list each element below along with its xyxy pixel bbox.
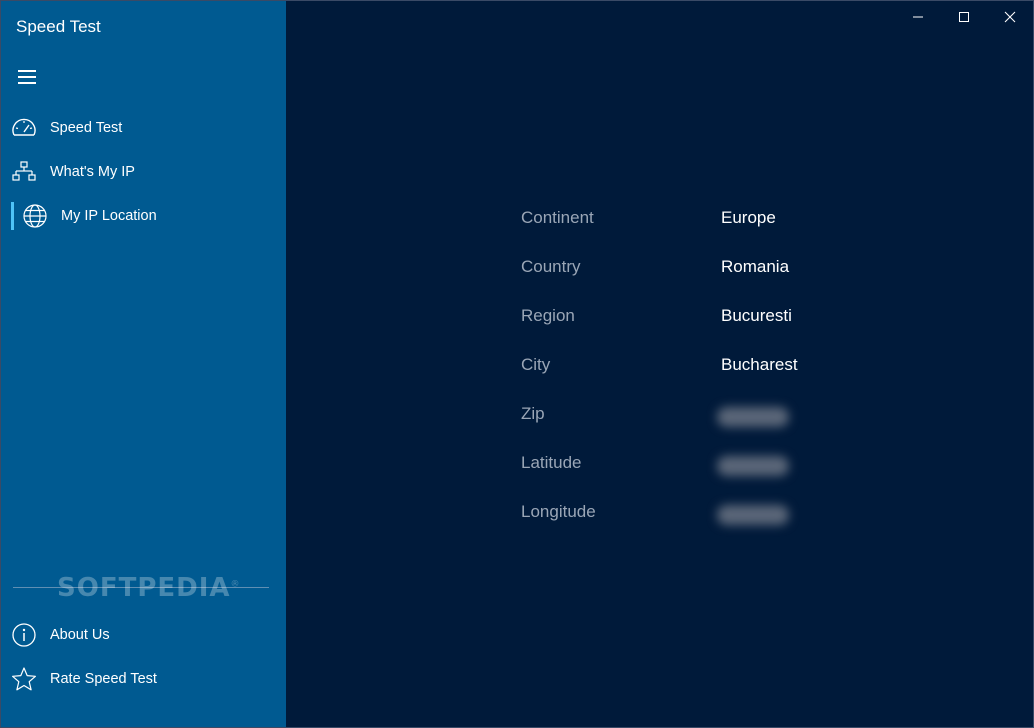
nav-item-label: Speed Test [50, 120, 123, 136]
latitude-value-redacted [717, 456, 789, 476]
city-row: City Bucharest [521, 355, 921, 379]
nav-item-label: About Us [50, 627, 110, 643]
maximize-icon [959, 12, 969, 22]
continent-value: Europe [721, 208, 776, 227]
nav-item-rate-speed-test[interactable]: Rate Speed Test [1, 659, 286, 699]
zip-label: Zip [521, 404, 545, 423]
city-label: City [521, 355, 551, 374]
nav-item-label: Rate Speed Test [50, 671, 157, 687]
region-label: Region [521, 306, 575, 325]
longitude-row: Longitude [521, 502, 921, 526]
network-icon [10, 158, 38, 186]
globe-icon [21, 202, 49, 230]
hamburger-menu-button[interactable] [7, 59, 47, 95]
continent-row: Continent Europe [521, 208, 921, 232]
selection-indicator [11, 202, 14, 230]
country-value: Romania [721, 257, 790, 276]
app-title: Speed Test [16, 17, 101, 36]
speedometer-icon [10, 114, 38, 142]
minimize-icon [913, 16, 923, 18]
navigation-pane: Speed Test Speed Test What's My IP My IP… [1, 1, 286, 727]
nav-item-speed-test[interactable]: Speed Test [1, 108, 286, 148]
app-window: Speed Test Speed Test What's My IP My IP… [0, 0, 1034, 728]
nav-item-label: My IP Location [61, 208, 157, 224]
nav-item-label: What's My IP [50, 164, 135, 180]
region-row: Region Bucuresti [521, 306, 921, 330]
country-row: Country Romania [521, 257, 921, 281]
close-button[interactable] [987, 1, 1033, 33]
latitude-label: Latitude [521, 453, 582, 472]
star-icon [10, 665, 38, 693]
longitude-value-redacted [717, 505, 789, 525]
nav-item-my-ip-location[interactable]: My IP Location [1, 196, 286, 236]
maximize-button[interactable] [941, 1, 987, 33]
zip-value-redacted [717, 407, 789, 427]
minimize-button[interactable] [895, 1, 941, 33]
latitude-row: Latitude [521, 453, 921, 477]
country-label: Country [521, 257, 581, 276]
softpedia-watermark: SOFTPEDIA® [57, 573, 241, 603]
zip-row: Zip [521, 404, 921, 428]
nav-item-about-us[interactable]: About Us [1, 615, 286, 655]
info-icon [10, 621, 38, 649]
close-icon [1004, 11, 1016, 23]
continent-label: Continent [521, 208, 594, 227]
longitude-label: Longitude [521, 502, 596, 521]
region-value: Bucuresti [721, 306, 792, 325]
hamburger-icon [18, 70, 36, 84]
city-value: Bucharest [721, 355, 798, 374]
nav-item-whats-my-ip[interactable]: What's My IP [1, 152, 286, 192]
